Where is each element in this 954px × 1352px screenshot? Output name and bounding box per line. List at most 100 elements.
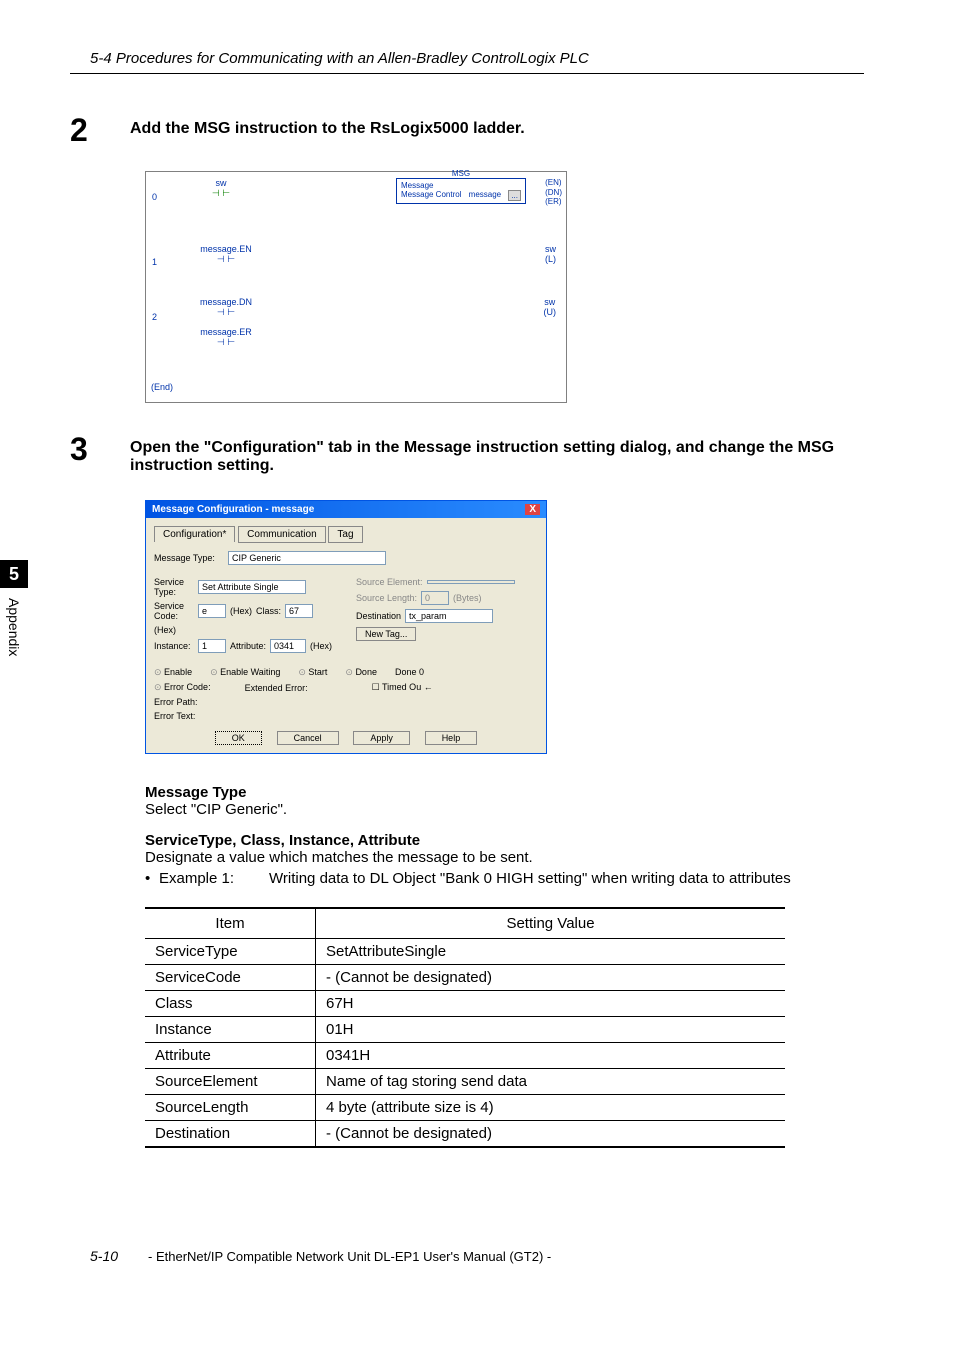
table-row: Class67H xyxy=(145,991,785,1017)
contact-symbol: ⊣ ⊢ xyxy=(196,254,256,265)
help-button[interactable]: Help xyxy=(425,731,478,745)
source-element-label: Source Element: xyxy=(356,577,423,587)
table-header-value: Setting Value xyxy=(316,908,786,939)
step-2: 2 Add the MSG instruction to the RsLogix… xyxy=(70,114,864,146)
rung-2-coil-tag: sw xyxy=(544,297,557,307)
table-row: ServiceTypeSetAttributeSingle xyxy=(145,939,785,965)
rung-1-coil-sym: (L) xyxy=(545,254,556,264)
status-done-value: Done 0 xyxy=(395,667,424,678)
table-row: Attribute0341H xyxy=(145,1043,785,1069)
service-code-label: Service Code: xyxy=(154,601,194,621)
rung-2-contact1: message.DN ⊣ ⊢ xyxy=(196,297,256,318)
rung-1-num: 1 xyxy=(152,257,157,267)
page-number: 5-10 xyxy=(90,1248,118,1264)
coil-en: (EN) xyxy=(545,178,562,188)
class-label: Class: xyxy=(256,606,281,616)
error-text-label: Error Text: xyxy=(154,711,195,721)
tab-communication[interactable]: Communication xyxy=(238,526,325,543)
page-footer: 5-10 - EtherNet/IP Compatible Network Un… xyxy=(90,1248,864,1264)
rung-2-num: 2 xyxy=(152,312,157,322)
rung-1-coil-tag: sw xyxy=(545,244,556,254)
hex-label-3: (Hex) xyxy=(310,641,332,651)
rung-0-num: 0 xyxy=(152,192,157,202)
chapter-number-tab: 5 xyxy=(0,560,28,588)
attribute-input[interactable]: 0341 xyxy=(270,639,306,653)
service-type-label: Service Type: xyxy=(154,577,194,597)
dialog-titlebar: Message Configuration - message X xyxy=(146,501,546,518)
msg-block-ellipsis[interactable]: ... xyxy=(508,190,521,201)
message-type-select[interactable]: CIP Generic xyxy=(228,551,386,565)
error-code-label: Error Code: xyxy=(154,682,211,693)
new-tag-button[interactable]: New Tag... xyxy=(356,627,416,641)
message-type-heading: Message Type xyxy=(145,784,864,801)
cancel-button[interactable]: Cancel xyxy=(277,731,339,745)
step-2-text: Add the MSG instruction to the RsLogix50… xyxy=(130,114,525,138)
instance-input[interactable]: 1 xyxy=(198,639,226,653)
msg-block-line2: Message Control xyxy=(401,190,461,201)
bullet-icon: • xyxy=(145,870,159,887)
table-row: SourceElementName of tag storing send da… xyxy=(145,1069,785,1095)
msg-block-tag: message xyxy=(469,190,501,201)
dialog-tabs: Configuration* Communication Tag xyxy=(154,526,538,543)
timed-out-checkbox[interactable]: ☐ Timed Ou ← xyxy=(372,682,433,693)
class-input[interactable]: 67 xyxy=(285,604,313,618)
page-header: 5-4 Procedures for Communicating with an… xyxy=(90,50,864,67)
chapter-label: Appendix xyxy=(6,598,22,656)
step-3-text: Open the "Configuration" tab in the Mess… xyxy=(130,433,864,475)
close-icon[interactable]: X xyxy=(525,504,540,515)
message-type-text: Select "CIP Generic". xyxy=(145,801,864,818)
msg-block: MSG Message Message Control message ... xyxy=(396,178,526,204)
source-element-select xyxy=(427,580,515,584)
msg-block-title: MSG xyxy=(397,169,525,178)
apply-button[interactable]: Apply xyxy=(353,731,410,745)
table-row: ServiceCode- (Cannot be designated) xyxy=(145,965,785,991)
msg-coils: (EN) (DN) (ER) xyxy=(545,178,562,207)
status-enable: Enable xyxy=(154,667,192,678)
status-start: Start xyxy=(298,667,327,678)
attribute-label: Attribute: xyxy=(230,641,266,651)
side-tab: 5 Appendix xyxy=(0,560,28,760)
hex-label: (Hex) xyxy=(230,606,252,616)
error-path-label: Error Path: xyxy=(154,697,198,707)
table-header-item: Item xyxy=(145,908,316,939)
timed-out-label: Timed Ou xyxy=(382,682,421,692)
rung-2-contact2: message.ER ⊣ ⊢ xyxy=(196,327,256,348)
rung-1-contact-label: message.EN xyxy=(196,244,256,254)
contact-symbol: ⊣ ⊢ xyxy=(206,188,236,199)
rung-2-contact1-label: message.DN xyxy=(196,297,256,307)
message-type-label: Message Type: xyxy=(154,553,224,563)
manual-name: - EtherNet/IP Compatible Network Unit DL… xyxy=(148,1249,551,1264)
example-1: • Example 1: Writing data to DL Object "… xyxy=(145,870,864,887)
source-length-input: 0 xyxy=(421,591,449,605)
service-type-select[interactable]: Set Attribute Single xyxy=(198,580,306,594)
tab-tag[interactable]: Tag xyxy=(328,526,362,543)
step-3-number: 3 xyxy=(70,433,130,465)
ladder-end: (End) xyxy=(151,382,173,392)
rung-2-contact2-label: message.ER xyxy=(196,327,256,337)
table-row: SourceLength4 byte (attribute size is 4) xyxy=(145,1095,785,1121)
rung-1-coil: sw (L) xyxy=(545,244,556,264)
table-row: Destination- (Cannot be designated) xyxy=(145,1121,785,1148)
status-enable-waiting: Enable Waiting xyxy=(210,667,280,678)
ladder-diagram: 0 sw ⊣ ⊢ MSG Message Message Control mes… xyxy=(145,171,567,403)
coil-dn: (DN) xyxy=(545,188,562,198)
destination-select[interactable]: tx_param xyxy=(405,609,493,623)
settings-table: Item Setting Value ServiceTypeSetAttribu… xyxy=(145,907,785,1148)
example-1-label: Example 1: xyxy=(159,870,269,887)
msg-block-line1: Message xyxy=(401,181,521,190)
example-1-text: Writing data to DL Object "Bank 0 HIGH s… xyxy=(269,870,864,887)
header-rule xyxy=(70,73,864,74)
extended-error-label: Extended Error: xyxy=(245,683,308,693)
hex-label-2: (Hex) xyxy=(154,625,176,635)
dialog-title-text: Message Configuration - message xyxy=(152,504,314,515)
ok-button[interactable]: OK xyxy=(215,731,262,745)
ladder-figure: 0 sw ⊣ ⊢ MSG Message Message Control mes… xyxy=(145,171,864,403)
rung-1-contact: message.EN ⊣ ⊢ xyxy=(196,244,256,265)
service-code-input[interactable]: e xyxy=(198,604,226,618)
step-3: 3 Open the "Configuration" tab in the Me… xyxy=(70,433,864,475)
message-config-dialog: Message Configuration - message X Config… xyxy=(145,500,547,754)
step-2-number: 2 xyxy=(70,114,130,146)
tab-configuration[interactable]: Configuration* xyxy=(154,526,235,542)
contact-symbol: ⊣ ⊢ xyxy=(196,337,256,348)
destination-label: Destination xyxy=(356,611,401,621)
